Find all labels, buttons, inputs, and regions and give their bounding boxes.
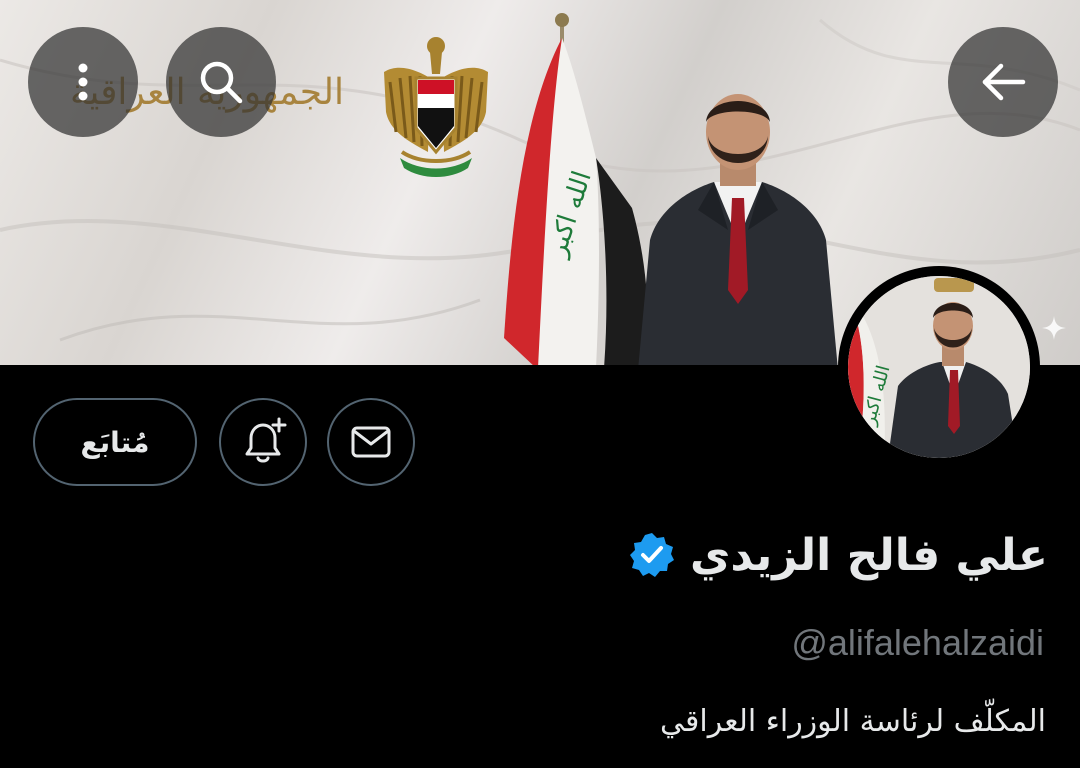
bell-plus-icon	[245, 417, 287, 463]
envelope-icon	[351, 426, 391, 458]
profile-name-row: علي فالح الزيدي	[628, 520, 1048, 590]
avatar-portrait: الله اكبر	[848, 276, 1030, 458]
user-handle: @alifalehalzaidi	[791, 622, 1044, 663]
search-icon	[200, 61, 243, 104]
verified-badge-icon	[630, 533, 675, 577]
following-button[interactable]: مُتابَع	[33, 398, 197, 486]
following-button-label: مُتابَع	[80, 425, 150, 459]
banner-portrait	[638, 94, 838, 365]
more-vertical-icon	[78, 63, 88, 101]
avatar[interactable]: الله اكبر	[838, 266, 1040, 468]
display-name: علي فالح الزيدي	[690, 529, 1048, 581]
back-button[interactable]	[948, 27, 1058, 137]
notifications-button[interactable]	[219, 398, 307, 486]
more-options-button[interactable]	[28, 27, 138, 137]
sparkle-icon	[1042, 316, 1066, 340]
profile-bio: المكلّف لرئاسة الوزراء العراقي	[660, 704, 1046, 739]
avatar-image: الله اكبر	[848, 276, 1030, 458]
message-button[interactable]	[327, 398, 415, 486]
coat-of-arms-icon	[384, 37, 488, 177]
search-button[interactable]	[166, 27, 276, 137]
profile-page: الجمهورية العراقية الله اكبر	[0, 0, 1080, 768]
arrow-left-icon	[982, 63, 1026, 101]
